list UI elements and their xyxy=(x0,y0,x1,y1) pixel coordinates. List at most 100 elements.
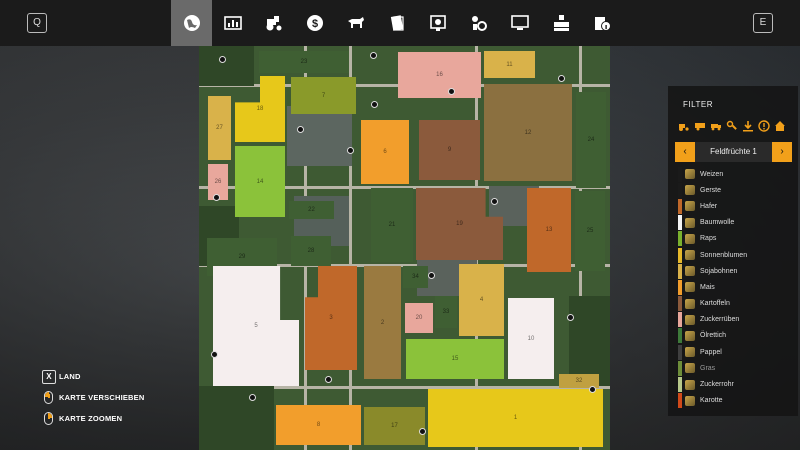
field-34[interactable]: 34 xyxy=(403,266,428,288)
field-14[interactable]: 14 xyxy=(235,146,285,217)
crop-color-swatch xyxy=(678,182,682,198)
map-marker[interactable] xyxy=(589,386,596,393)
crop-item-zuckerrohr[interactable]: Zuckerrohr xyxy=(678,376,793,393)
crop-icon xyxy=(685,185,695,196)
tab-calendar[interactable] xyxy=(417,0,458,46)
crop-label: Baumwolle xyxy=(700,219,735,227)
control-land: X LAND xyxy=(42,366,145,387)
field-5[interactable]: 5 xyxy=(213,266,299,386)
crop-item-zuckerrüben[interactable]: Zuckerrüben xyxy=(678,312,793,328)
field-27[interactable]: 27 xyxy=(208,96,231,160)
map-marker[interactable] xyxy=(249,394,256,401)
map-marker[interactable] xyxy=(558,75,565,82)
field-33[interactable]: 33 xyxy=(435,296,457,328)
field-28[interactable]: 28 xyxy=(291,236,331,266)
farm-map[interactable]: 23 16 11 7 27 18 6 9 12 24 14 26 22 21 1… xyxy=(199,46,610,450)
tab-map[interactable] xyxy=(171,0,212,46)
mouse-right-icon xyxy=(44,412,53,425)
tools-filter-icon[interactable] xyxy=(726,119,738,131)
home-filter-icon[interactable] xyxy=(774,119,786,131)
crop-item-sojabohnen[interactable]: Sojabohnen xyxy=(678,263,793,279)
field-8[interactable]: 8 xyxy=(276,405,361,445)
field-10[interactable]: 10 xyxy=(508,298,554,379)
tab-production[interactable] xyxy=(458,0,499,46)
field-4[interactable]: 4 xyxy=(459,264,504,336)
tab-info[interactable] xyxy=(581,0,622,46)
field-7[interactable]: 7 xyxy=(291,77,356,114)
globe-map-icon xyxy=(183,15,200,31)
crop-icon xyxy=(685,395,695,406)
crop-item-gras[interactable]: Gras xyxy=(678,360,793,376)
crop-item-hafer[interactable]: Hafer xyxy=(678,198,793,214)
crop-label: Karotte xyxy=(700,397,723,405)
field-23[interactable]: 23 xyxy=(259,51,349,73)
field-6[interactable]: 6 xyxy=(361,120,409,184)
crop-icon xyxy=(685,298,695,309)
crop-item-raps[interactable]: Raps xyxy=(678,231,793,247)
crop-item-mais[interactable]: Mais xyxy=(678,279,793,295)
map-marker[interactable] xyxy=(371,101,378,108)
map-marker[interactable] xyxy=(428,272,435,279)
selector-prev-button[interactable]: ‹ xyxy=(675,142,695,162)
crop-item-kartoffeln[interactable]: Kartoffeln xyxy=(678,296,793,312)
statistics-icon xyxy=(223,16,242,30)
truck-filter-icon[interactable] xyxy=(710,119,722,131)
field-20[interactable]: 20 xyxy=(405,303,433,333)
crop-item-gerste[interactable]: Gerste xyxy=(678,182,793,198)
crop-item-karotte[interactable]: Karotte xyxy=(678,393,793,409)
crop-icon xyxy=(685,217,695,228)
map-marker[interactable] xyxy=(211,351,218,358)
map-marker[interactable] xyxy=(219,56,226,63)
trailer-filter-icon[interactable] xyxy=(694,119,706,131)
tab-statistics[interactable] xyxy=(212,0,253,46)
field-16[interactable]: 16 xyxy=(398,52,481,98)
tab-contracts[interactable] xyxy=(376,0,417,46)
crop-label: Gerste xyxy=(700,186,722,194)
crop-icon xyxy=(685,250,695,261)
map-marker[interactable] xyxy=(325,376,332,383)
tab-settings[interactable] xyxy=(540,0,581,46)
map-marker[interactable] xyxy=(567,314,574,321)
next-page-key[interactable]: E xyxy=(753,13,773,33)
map-marker[interactable] xyxy=(448,88,455,95)
tab-animals[interactable] xyxy=(335,0,376,46)
map-marker[interactable] xyxy=(419,428,426,435)
selector-label: Feldfrüchte 1 xyxy=(695,142,772,162)
field-12[interactable]: 12 xyxy=(484,84,572,181)
field-3[interactable]: 3 xyxy=(305,266,357,370)
crop-item-ölrettich[interactable]: Ölrettich xyxy=(678,328,793,344)
forest-area xyxy=(199,46,254,86)
control-pan: KARTE VERSCHIEBEN xyxy=(42,387,145,408)
field-24[interactable]: 24 xyxy=(576,92,606,188)
field-22[interactable]: 22 xyxy=(289,201,334,219)
map-marker[interactable] xyxy=(370,52,377,59)
field-21[interactable]: 21 xyxy=(371,188,413,262)
crop-icon xyxy=(685,266,695,277)
tractor-filter-icon[interactable] xyxy=(678,119,690,131)
crop-icon xyxy=(685,314,695,325)
crop-item-pappel[interactable]: Pappel xyxy=(678,344,793,360)
field-25[interactable]: 25 xyxy=(575,191,605,271)
field-1[interactable]: 1 xyxy=(428,389,603,447)
field-15[interactable]: 15 xyxy=(406,339,504,379)
map-marker[interactable] xyxy=(213,194,220,201)
field-13[interactable]: 13 xyxy=(527,188,571,272)
sell-point-filter-icon[interactable] xyxy=(742,119,754,132)
field-9[interactable]: 9 xyxy=(419,120,480,180)
tab-vehicles[interactable] xyxy=(253,0,294,46)
field-11[interactable]: 11 xyxy=(484,51,535,78)
warning-filter-icon[interactable] xyxy=(758,119,770,132)
crop-item-weizen[interactable]: Weizen xyxy=(678,166,793,182)
map-marker[interactable] xyxy=(491,198,498,205)
selector-next-button[interactable]: › xyxy=(772,142,792,162)
field-2[interactable]: 2 xyxy=(364,266,401,379)
map-marker[interactable] xyxy=(297,126,304,133)
prev-page-key[interactable]: Q xyxy=(27,13,47,33)
crop-item-baumwolle[interactable]: Baumwolle xyxy=(678,215,793,231)
crop-label: Mais xyxy=(700,283,715,291)
crop-item-sonnenblumen[interactable]: Sonnenblumen xyxy=(678,247,793,263)
tab-finances[interactable]: $ xyxy=(294,0,335,46)
tab-help[interactable] xyxy=(499,0,540,46)
field-17[interactable]: 17 xyxy=(364,407,425,445)
map-marker[interactable] xyxy=(347,147,354,154)
